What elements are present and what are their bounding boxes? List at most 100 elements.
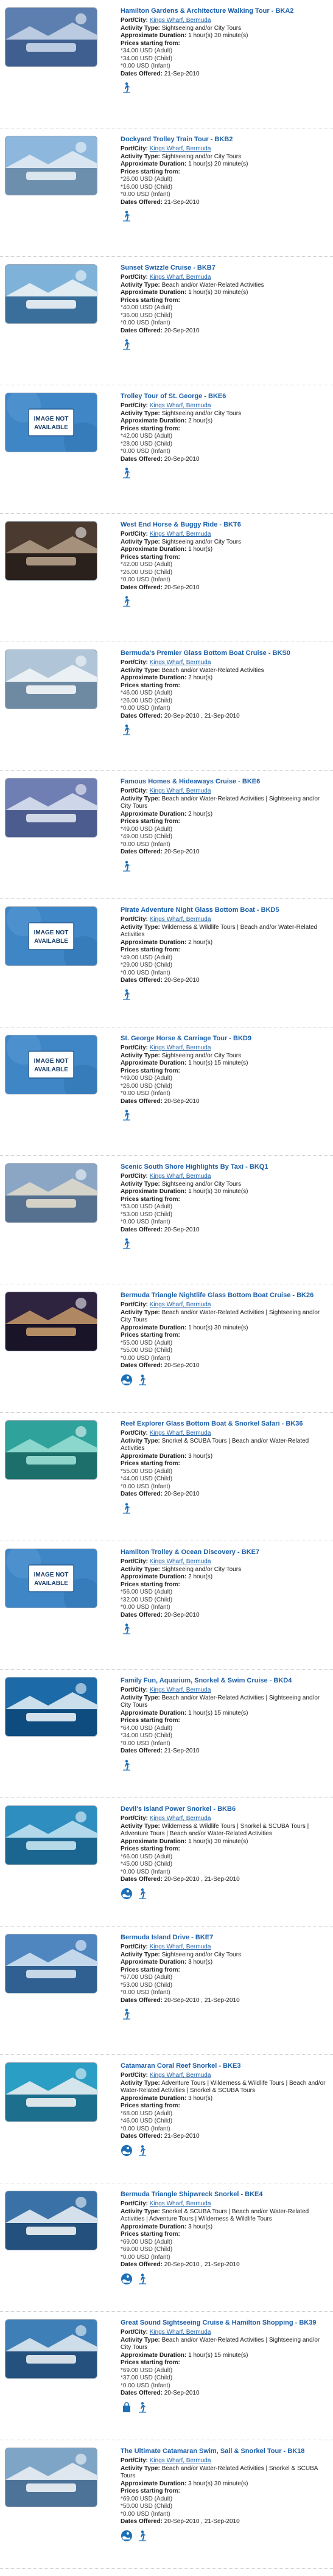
walking-icon[interactable]: [136, 2530, 149, 2542]
excursion-thumbnail[interactable]: [5, 1934, 97, 1993]
excursion-thumbnail[interactable]: [5, 1420, 97, 1480]
excursion-title-link[interactable]: Scenic South Shore Highlights By Taxi - …: [121, 1163, 329, 1171]
walking-icon[interactable]: [121, 1623, 133, 1635]
excursion-thumbnail[interactable]: [5, 1677, 97, 1737]
walking-icon[interactable]: [121, 82, 133, 94]
excursion-title-link[interactable]: Bermuda Triangle Nightlife Glass Bottom …: [121, 1292, 329, 1300]
prices-label: Prices starting from:: [121, 1846, 180, 1852]
excursion-title-link[interactable]: Great Sound Sightseeing Cruise & Hamilto…: [121, 2319, 329, 2327]
excursion-title-link[interactable]: Hamilton Gardens & Architecture Walking …: [121, 7, 329, 15]
excursion-thumbnail[interactable]: IMAGE NOT AVAILABLE: [5, 1549, 97, 1608]
duration-label: Approximate Duration:: [121, 1573, 187, 1580]
excursion-thumbnail[interactable]: IMAGE NOT AVAILABLE: [5, 1035, 97, 1094]
excursion-thumbnail[interactable]: [5, 2062, 97, 2122]
walking-icon[interactable]: [136, 1888, 149, 1900]
excursion-title-link[interactable]: Bermuda Island Drive - BKE7: [121, 1934, 329, 1942]
port-link[interactable]: Kings Wharf, Bermuda: [150, 1430, 211, 1437]
excursion-title-link[interactable]: Trolley Tour of St. George - BKE6: [121, 393, 329, 401]
walking-icon[interactable]: [121, 2008, 133, 2020]
walking-icon[interactable]: [121, 1502, 133, 1514]
port-link[interactable]: Kings Wharf, Bermuda: [150, 1558, 211, 1565]
excursion-thumbnail[interactable]: [5, 1805, 97, 1865]
walking-icon[interactable]: [121, 595, 133, 607]
walking-icon[interactable]: [121, 860, 133, 872]
walking-icon[interactable]: [121, 210, 133, 222]
excursion-item: Bermuda Island Drive - BKE7 Port/City: Ki…: [0, 1927, 333, 2055]
walking-icon[interactable]: [121, 1237, 133, 1250]
price-line: *0.00 USD (Infant): [121, 576, 170, 583]
port-link[interactable]: Kings Wharf, Bermuda: [150, 2457, 211, 2464]
port-link[interactable]: Kings Wharf, Bermuda: [150, 1045, 211, 1051]
duration-value: 1 hour(s) 30 minute(s): [188, 1324, 248, 1331]
port-link[interactable]: Kings Wharf, Bermuda: [150, 274, 211, 281]
excursion-title-link[interactable]: Catamaran Coral Reef Snorkel - BKE3: [121, 2062, 329, 2070]
walking-icon[interactable]: [121, 338, 133, 351]
excursion-thumbnail[interactable]: [5, 2319, 97, 2379]
port-link[interactable]: Kings Wharf, Bermuda: [150, 916, 211, 923]
excursion-title-link[interactable]: Family Fun, Aquarium, Snorkel & Swim Cru…: [121, 1677, 329, 1685]
excursion-title-link[interactable]: West End Horse & Buggy Ride - BKT6: [121, 521, 329, 529]
walking-icon[interactable]: [121, 1109, 133, 1121]
walking-icon[interactable]: [121, 989, 133, 1001]
walking-icon[interactable]: [136, 2401, 149, 2413]
port-link[interactable]: Kings Wharf, Bermuda: [150, 788, 211, 794]
shopping-icon[interactable]: [121, 2401, 133, 2413]
port-link[interactable]: Kings Wharf, Bermuda: [150, 402, 211, 409]
excursion-thumbnail[interactable]: [5, 2191, 97, 2250]
excursion-title-link[interactable]: Reef Explorer Glass Bottom Boat & Snorke…: [121, 1420, 329, 1428]
activity-row: Activity Type: Snorkel & SCUBA Tours | B…: [121, 1438, 329, 1453]
dates-row: Dates Offered: 20-Sep-2010 , 21-Sep-2010: [121, 1876, 329, 1884]
port-link[interactable]: Kings Wharf, Bermuda: [150, 17, 211, 24]
excursion-thumbnail[interactable]: [5, 649, 97, 709]
water-icon[interactable]: [121, 2144, 133, 2157]
excursion-thumbnail[interactable]: [5, 1292, 97, 1351]
port-row: Port/City: Kings Wharf, Bermuda: [121, 1558, 329, 1566]
port-link[interactable]: Kings Wharf, Bermuda: [150, 1815, 211, 1822]
port-link[interactable]: Kings Wharf, Bermuda: [150, 1944, 211, 1950]
excursion-thumbnail[interactable]: [5, 778, 97, 838]
excursion-thumbnail[interactable]: IMAGE NOT AVAILABLE: [5, 906, 97, 966]
port-link[interactable]: Kings Wharf, Bermuda: [150, 531, 211, 537]
port-link[interactable]: Kings Wharf, Bermuda: [150, 1301, 211, 1308]
walking-icon[interactable]: [121, 724, 133, 736]
excursion-title-link[interactable]: Dockyard Trolley Train Tour - BKB2: [121, 136, 329, 144]
port-link[interactable]: Kings Wharf, Bermuda: [150, 2329, 211, 2336]
water-icon[interactable]: [121, 1374, 133, 1386]
excursion-thumbnail[interactable]: [5, 1163, 97, 1223]
port-link[interactable]: Kings Wharf, Bermuda: [150, 1173, 211, 1180]
excursion-thumbnail[interactable]: [5, 136, 97, 195]
walking-icon[interactable]: [136, 1374, 149, 1386]
port-link[interactable]: Kings Wharf, Bermuda: [150, 1687, 211, 1693]
excursion-title-link[interactable]: The Ultimate Catamaran Swim, Sail & Snor…: [121, 2448, 329, 2455]
price-line: *0.00 USD (Infant): [121, 1740, 170, 1747]
excursion-title-link[interactable]: Bermuda's Premier Glass Bottom Boat Crui…: [121, 649, 329, 657]
excursion-title-link[interactable]: Sunset Swizzle Cruise - BKB7: [121, 264, 329, 272]
excursion-title-link[interactable]: Famous Homes & Hideaways Cruise - BKE6: [121, 778, 329, 786]
excursion-title-link[interactable]: Devil's Island Power Snorkel - BKB6: [121, 1805, 329, 1813]
walking-icon[interactable]: [121, 467, 133, 479]
walking-icon[interactable]: [121, 1759, 133, 1771]
excursion-thumbnail[interactable]: [5, 7, 97, 67]
activity-row: Activity Type: Beach and/or Water-Relate…: [121, 667, 329, 675]
duration-label: Approximate Duration:: [121, 289, 187, 296]
excursion-thumbnail[interactable]: IMAGE NOT AVAILABLE: [5, 393, 97, 452]
excursion-info: West End Horse & Buggy Ride - BKT6 Port/C…: [121, 521, 329, 609]
excursion-thumbnail[interactable]: [5, 2448, 97, 2507]
excursion-title-link[interactable]: St. George Horse & Carriage Tour - BKD9: [121, 1035, 329, 1043]
port-link[interactable]: Kings Wharf, Bermuda: [150, 659, 211, 666]
excursion-title-link[interactable]: Pirate Adventure Night Glass Bottom Boat…: [121, 906, 329, 914]
excursion-title-link[interactable]: Bermuda Triangle Shipwreck Snorkel - BKE…: [121, 2191, 329, 2199]
prices-label: Prices starting from:: [121, 1460, 180, 1467]
walking-icon[interactable]: [136, 2273, 149, 2285]
excursion-thumbnail[interactable]: [5, 521, 97, 581]
port-link[interactable]: Kings Wharf, Bermuda: [150, 2072, 211, 2079]
water-icon[interactable]: [121, 2273, 133, 2285]
excursion-title-link[interactable]: Hamilton Trolley & Ocean Discovery - BKE…: [121, 1549, 329, 1556]
dates-value: 20-Sep-2010: [164, 1097, 200, 1105]
excursion-thumbnail[interactable]: [5, 264, 97, 324]
port-link[interactable]: Kings Wharf, Bermuda: [150, 2200, 211, 2207]
port-link[interactable]: Kings Wharf, Bermuda: [150, 145, 211, 152]
walking-icon[interactable]: [136, 2144, 149, 2157]
water-icon[interactable]: [121, 2530, 133, 2542]
water-icon[interactable]: [121, 1888, 133, 1900]
